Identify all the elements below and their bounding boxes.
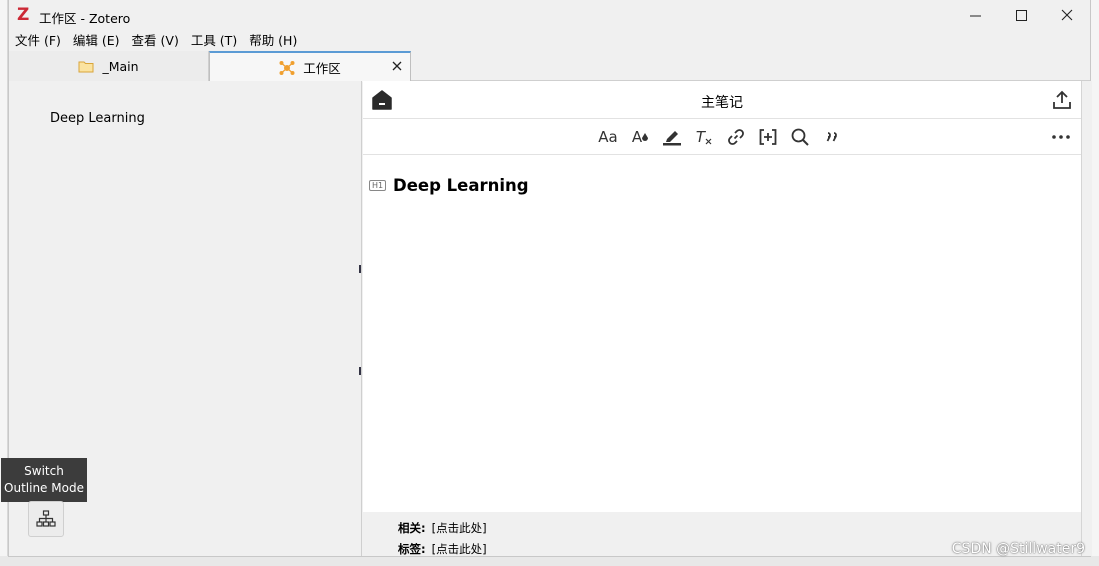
folder-icon <box>78 60 94 73</box>
outline-mode-tooltip: Switch Outline Mode <box>1 458 87 502</box>
tooltip-line: Outline Mode <box>4 481 84 495</box>
menu-file[interactable]: 文件 (F) <box>9 31 67 51</box>
heading-level-badge: H1 <box>369 180 386 191</box>
menu-tools[interactable]: 工具 (T) <box>185 31 243 51</box>
tab-bar: _Main 工作区 <box>9 51 1090 82</box>
find-button[interactable] <box>788 125 812 149</box>
clear-formatting-button[interactable]: T <box>692 125 716 149</box>
link-icon <box>728 129 744 145</box>
close-icon <box>392 61 402 71</box>
text-color-button[interactable]: A <box>628 125 652 149</box>
outline-item[interactable]: Deep Learning <box>50 111 145 126</box>
close-window-button[interactable] <box>1044 0 1090 30</box>
text-color-label: A <box>631 128 643 146</box>
quote-icon <box>826 132 837 142</box>
blockquote-button[interactable] <box>820 125 844 149</box>
tab-main[interactable]: _Main <box>9 51 209 81</box>
citation-icon <box>759 129 777 145</box>
highlight-button[interactable] <box>660 125 684 149</box>
related-link[interactable]: [点击此处] <box>432 520 487 536</box>
hierarchy-icon <box>36 510 56 527</box>
title-bar: Z 工作区 - Zotero <box>9 0 1090 30</box>
search-icon <box>791 128 809 146</box>
tooltip-line: Switch <box>24 464 64 478</box>
tab-workspace-label: 工作区 <box>303 61 341 76</box>
zotero-window: Z 工作区 - Zotero 文件 (F) 编辑 (E) 查看 (V) 工具 (… <box>1 0 1092 557</box>
upload-icon <box>1053 90 1071 109</box>
maximize-button[interactable] <box>998 0 1044 30</box>
tags-row: 标签: [点击此处] <box>398 541 487 557</box>
note-heading[interactable]: Deep Learning <box>393 176 529 195</box>
note-toolbar: Aa A T <box>363 119 1081 155</box>
font-size-button[interactable]: Aa <box>596 125 620 149</box>
workspace-icon <box>279 60 295 76</box>
menu-edit[interactable]: 编辑 (E) <box>67 31 126 51</box>
menu-bar: 文件 (F) 编辑 (E) 查看 (V) 工具 (T) 帮助 (H) <box>9 31 303 51</box>
minimize-button[interactable] <box>952 0 998 30</box>
tags-link[interactable]: [点击此处] <box>432 541 487 557</box>
splitter-grip <box>359 367 362 375</box>
clear-x-icon <box>705 138 712 144</box>
note-title: 主笔记 <box>701 95 743 111</box>
window-controls <box>952 0 1090 30</box>
insert-citation-button[interactable] <box>756 125 780 149</box>
zotero-logo-icon: Z <box>17 5 30 25</box>
note-editor-pane: 主笔记 Aa A T H1 Deep Learning 相关: [点击此处] 标… <box>363 81 1081 556</box>
outline-pane: Deep Learning Switch Outline Mode <box>1 81 362 556</box>
more-options-button[interactable] <box>1049 125 1073 149</box>
switch-outline-mode-button[interactable] <box>28 501 64 537</box>
more-dots-icon <box>1052 135 1070 139</box>
clear-format-label: T <box>695 128 706 146</box>
tab-workspace[interactable]: 工作区 <box>209 51 411 82</box>
minimize-icon <box>969 15 981 16</box>
tags-label: 标签: <box>398 542 426 556</box>
close-icon <box>1061 9 1073 21</box>
maximize-icon <box>1015 9 1027 21</box>
tab-close-button[interactable] <box>392 59 402 75</box>
menu-view[interactable]: 查看 (V) <box>126 31 185 51</box>
tab-main-label: _Main <box>102 58 139 74</box>
related-row: 相关: [点击此处] <box>398 520 487 536</box>
note-header: 主笔记 <box>363 81 1081 119</box>
splitter-grip <box>359 265 362 273</box>
right-side-splitter[interactable] <box>1081 81 1092 556</box>
watermark-text: CSDN @Stillwater9 <box>951 541 1085 557</box>
highlighter-icon <box>663 131 681 146</box>
menu-help[interactable]: 帮助 (H) <box>243 31 303 51</box>
export-button[interactable] <box>1051 89 1073 114</box>
window-title: 工作区 - Zotero <box>39 11 131 26</box>
note-editor-body[interactable]: H1 Deep Learning <box>363 155 1081 513</box>
related-label: 相关: <box>398 521 426 535</box>
color-drop-icon <box>642 133 649 141</box>
background-window-bottom <box>0 556 1099 566</box>
insert-link-button[interactable] <box>724 125 748 149</box>
